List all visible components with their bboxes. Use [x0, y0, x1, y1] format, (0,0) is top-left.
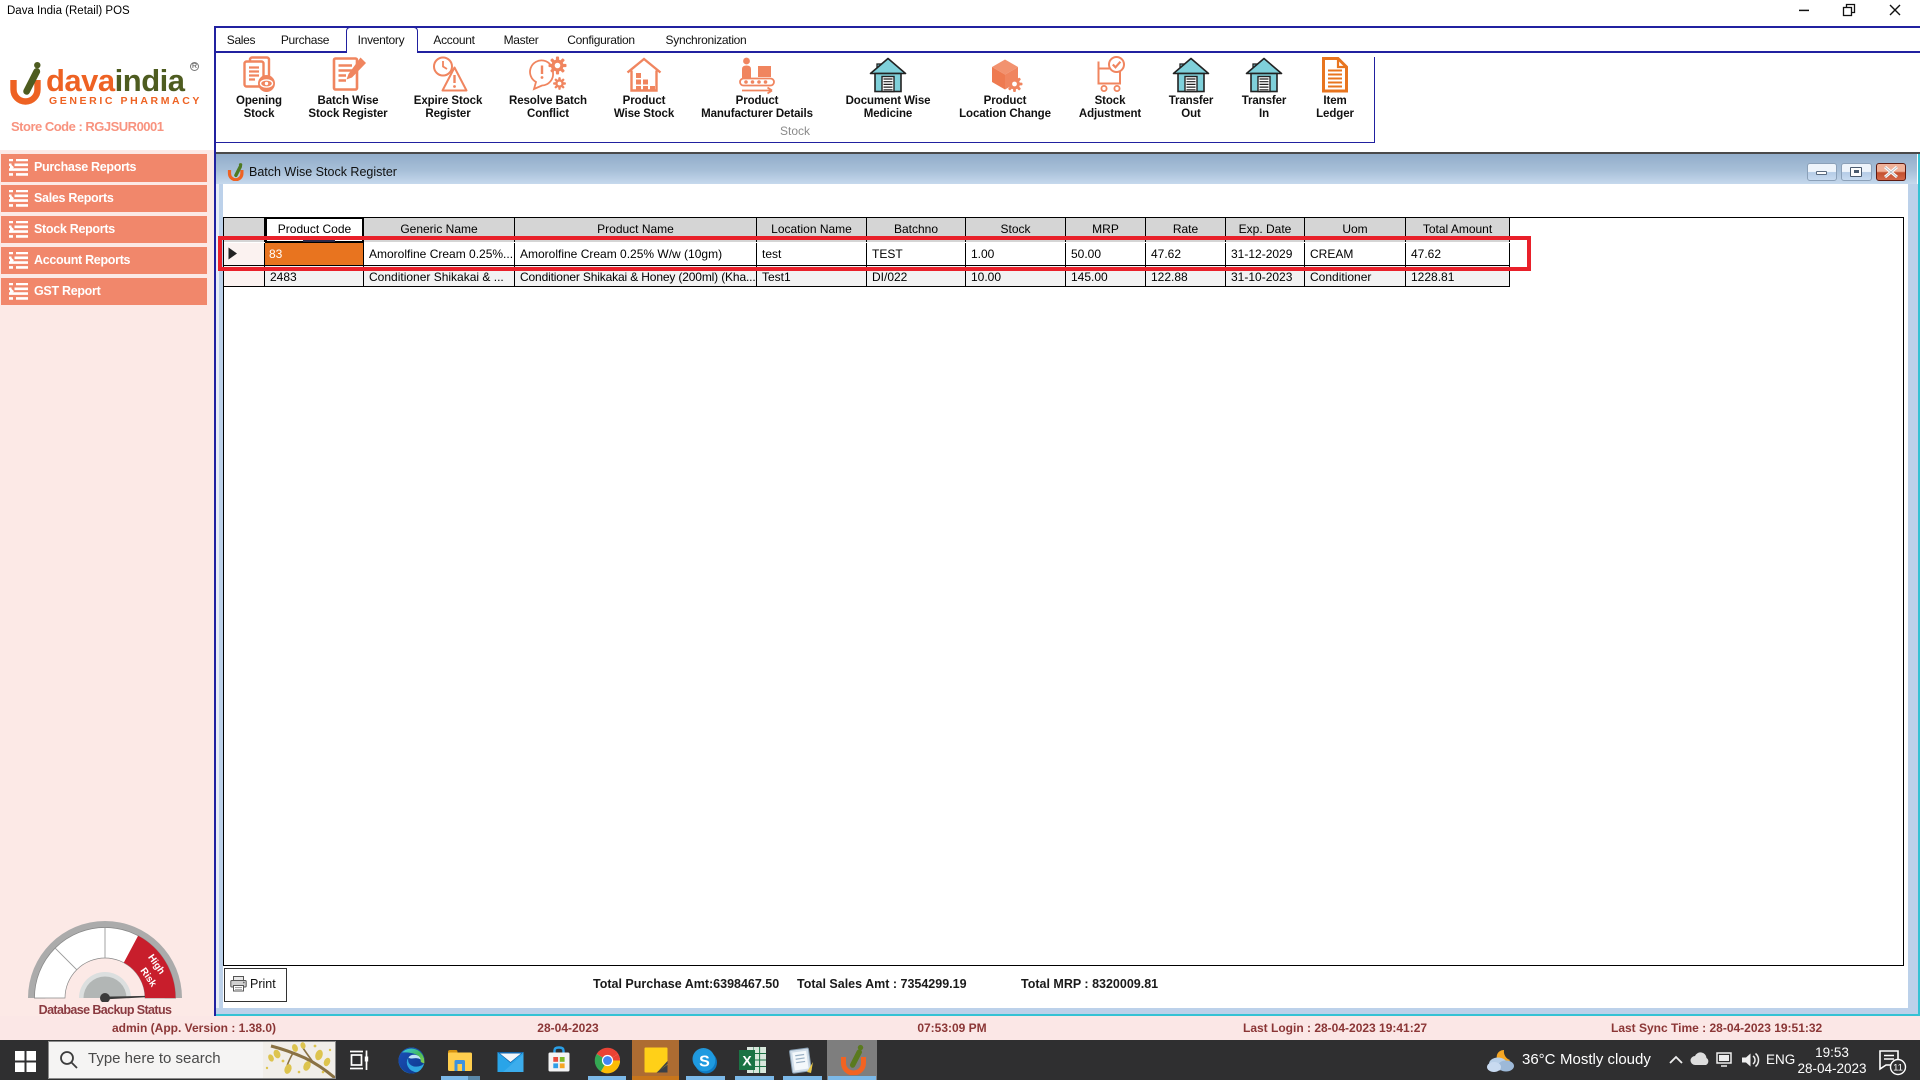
svg-text:X: X [742, 1053, 752, 1069]
svg-text:11: 11 [1893, 1063, 1903, 1074]
svg-text:S: S [699, 1054, 710, 1071]
